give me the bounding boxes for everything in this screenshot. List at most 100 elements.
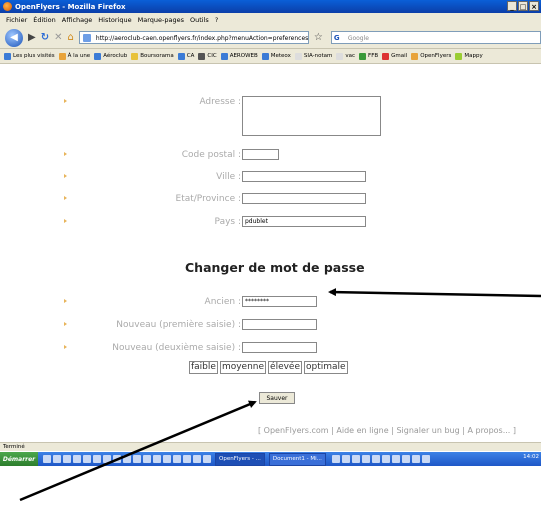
bullet-icon [64, 174, 67, 178]
quicklaunch-icon[interactable] [43, 455, 51, 463]
menu-file[interactable]: Fichier [6, 16, 27, 24]
menu-edit[interactable]: Édition [33, 16, 56, 24]
menu-bookmarks[interactable]: Marque-pages [138, 16, 184, 24]
quicklaunch-icon[interactable] [203, 455, 211, 463]
maximize-button[interactable]: □ [518, 1, 528, 11]
bookmark-item[interactable]: AEROWEB [220, 52, 258, 60]
bookmark-item[interactable]: Mappy [455, 52, 483, 60]
reload-icon[interactable]: ↻ [41, 32, 49, 43]
new-password-input[interactable] [242, 319, 317, 330]
quicklaunch-icon[interactable] [103, 455, 111, 463]
menu-history[interactable]: Historique [98, 16, 131, 24]
old-password-label: Ancien : [204, 297, 241, 307]
bullet-icon [64, 152, 67, 156]
bookmark-item[interactable]: SIA-notam [294, 52, 332, 60]
quicklaunch-icon[interactable] [143, 455, 151, 463]
quicklaunch-icon[interactable] [113, 455, 121, 463]
bookmark-item[interactable]: Aéroclub [94, 52, 127, 60]
quicklaunch-icon[interactable] [133, 455, 141, 463]
bookmark-item[interactable]: À la une [58, 52, 90, 60]
tray-icon[interactable] [381, 455, 390, 463]
quicklaunch-icon[interactable] [53, 455, 61, 463]
quicklaunch-icon[interactable] [93, 455, 101, 463]
country-label: Pays : [214, 217, 241, 227]
start-button[interactable]: Démarrer [0, 452, 38, 466]
bookmark-item[interactable]: FFB [359, 52, 378, 60]
star-icon[interactable]: ☆ [314, 32, 323, 43]
tray-icon[interactable] [351, 455, 360, 463]
postal-label: Code postal : [181, 150, 241, 160]
new-password-label: Nouveau (première saisie) : [116, 320, 241, 330]
tray-icon[interactable] [421, 455, 430, 463]
bookmark-icon [58, 52, 66, 60]
forward-icon[interactable]: ▶ [28, 32, 36, 43]
quicklaunch-icon[interactable] [123, 455, 131, 463]
tray-icon[interactable] [401, 455, 410, 463]
stop-icon[interactable]: ✕ [54, 32, 62, 43]
tray-icon[interactable] [371, 455, 380, 463]
new-password-row: Nouveau (première saisie) : [0, 319, 541, 335]
bookmark-item[interactable]: Meteox [261, 52, 291, 60]
system-tray [331, 455, 430, 463]
quicklaunch-icon[interactable] [173, 455, 181, 463]
minimize-button[interactable]: _ [507, 1, 517, 11]
quicklaunch-icon[interactable] [183, 455, 191, 463]
bookmark-icon [455, 52, 463, 60]
bookmark-item[interactable]: CA [177, 52, 194, 60]
window-title: OpenFlyers - Mozilla Firefox [15, 2, 126, 11]
bookmark-icon [336, 52, 344, 60]
tray-icon[interactable] [341, 455, 350, 463]
home-icon[interactable]: ⌂ [67, 32, 73, 43]
quicklaunch-icon[interactable] [63, 455, 71, 463]
search-input[interactable]: Google [330, 31, 541, 45]
quicklaunch-icon[interactable] [83, 455, 91, 463]
task-firefox[interactable]: OpenFlyers - ... [215, 452, 265, 466]
address-label: Adresse : [199, 97, 241, 107]
tray-icon[interactable] [391, 455, 400, 463]
save-button[interactable]: Sauver [259, 392, 295, 404]
close-button[interactable]: × [529, 1, 539, 11]
tray-icon[interactable] [331, 455, 340, 463]
city-input[interactable] [242, 171, 366, 182]
bookmark-item[interactable]: Boursorama [131, 52, 174, 60]
address-textarea[interactable] [242, 96, 381, 136]
quicklaunch-icon[interactable] [163, 455, 171, 463]
old-password-input[interactable]: ******** [242, 296, 317, 307]
country-input[interactable]: pdublet [242, 216, 366, 227]
confirm-password-input[interactable] [242, 342, 317, 353]
task-word[interactable]: Document1 - Mi... [268, 452, 326, 466]
menu-view[interactable]: Affichage [62, 16, 93, 24]
bookmark-item[interactable]: vac [336, 52, 355, 60]
footer-links[interactable]: [ OpenFlyers.com | Aide en ligne | Signa… [258, 426, 516, 435]
bullet-icon [64, 322, 67, 326]
quicklaunch-icon[interactable] [73, 455, 81, 463]
tray-icon[interactable] [361, 455, 370, 463]
bullet-icon [64, 196, 67, 200]
menu-help[interactable]: ? [215, 16, 218, 24]
url-bar[interactable]: http://aeroclub-caen.openflyers.fr/index… [78, 31, 309, 44]
bullet-icon [64, 219, 67, 223]
tray-icon[interactable] [411, 455, 420, 463]
bookmark-item[interactable]: Gmail [382, 52, 407, 60]
back-button[interactable]: ◀ [5, 28, 23, 47]
firefox-icon [3, 2, 12, 11]
bullet-icon [64, 345, 67, 349]
password-strength-meter: faible moyenne élevée optimale [189, 361, 348, 374]
strength-optimal: optimale [304, 361, 348, 374]
bookmark-item[interactable]: CIC [198, 52, 217, 60]
bookmark-icon [4, 52, 11, 60]
state-input[interactable] [242, 193, 366, 204]
bookmark-icon [382, 52, 390, 60]
confirm-password-label: Nouveau (deuxième saisie) : [112, 343, 241, 353]
taskbar: Démarrer OpenFlyers - ... Document1 - Mi… [0, 452, 541, 466]
menu-tools[interactable]: Outils [190, 16, 209, 24]
navigation-toolbar: ◀ ▶ ↻ ✕ ⌂ http://aeroclub-caen.openflyer… [0, 27, 541, 49]
quicklaunch-icon[interactable] [193, 455, 201, 463]
change-password-heading: Changer de mot de passe [185, 260, 365, 275]
postal-input[interactable] [242, 149, 279, 160]
bookmark-item[interactable]: Les plus visités [4, 52, 55, 60]
bookmarks-toolbar: Les plus visités À la une Aéroclub Bours… [0, 49, 541, 64]
bookmark-item[interactable]: OpenFlyers [411, 52, 451, 60]
old-password-row: Ancien : ******** [0, 296, 541, 312]
quicklaunch-icon[interactable] [153, 455, 161, 463]
